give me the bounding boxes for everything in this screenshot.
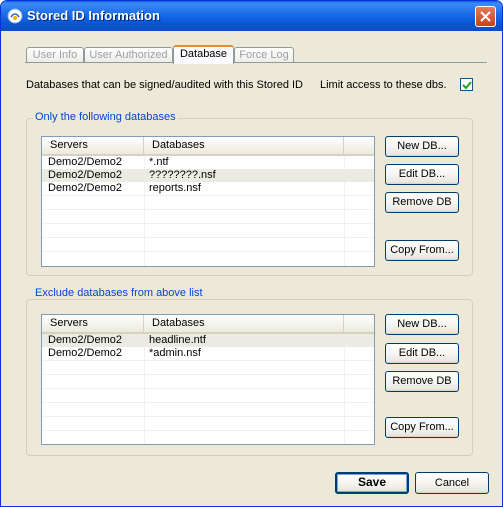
cancel-button[interactable]: Cancel: [415, 472, 489, 494]
save-button[interactable]: Save: [335, 472, 409, 494]
include-edit-db-button[interactable]: Edit DB...: [385, 164, 459, 185]
list-item[interactable]: Demo2/Demo2 headline.ntf: [42, 334, 374, 347]
row-divider: [42, 430, 374, 431]
list-item[interactable]: Demo2/Demo2 *.ntf: [42, 156, 374, 169]
server-cell: Demo2/Demo2: [48, 156, 122, 168]
tab-user-authorized[interactable]: User Authorized: [84, 47, 173, 63]
database-cell: reports.nsf: [149, 182, 201, 194]
exclude-new-db-button[interactable]: New DB...: [385, 314, 459, 335]
include-remove-db-button[interactable]: Remove DB: [385, 192, 459, 213]
column-header-spare: [344, 137, 374, 154]
column-header-spare: [344, 315, 374, 332]
include-group-title: Only the following databases: [33, 111, 178, 123]
row-divider: [42, 388, 374, 389]
list-header: Servers Databases: [42, 137, 374, 156]
row-divider: [42, 237, 374, 238]
tab-panel-border: [25, 62, 487, 63]
exclude-group-title: Exclude databases from above list: [33, 287, 205, 299]
tab-user-info[interactable]: User Info: [26, 47, 84, 63]
list-body: Demo2/Demo2 headline.ntf Demo2/Demo2 *ad…: [42, 334, 374, 360]
column-header-databases[interactable]: Databases: [144, 137, 344, 154]
row-divider: [42, 251, 374, 252]
app-icon: [7, 8, 23, 24]
row-divider: [42, 402, 374, 403]
include-new-db-button[interactable]: New DB...: [385, 136, 459, 157]
list-header: Servers Databases: [42, 315, 374, 334]
limit-access-checkbox[interactable]: [460, 78, 473, 91]
row-divider: [42, 195, 374, 196]
title-bar[interactable]: Stored ID Information: [1, 1, 502, 31]
close-button[interactable]: [475, 6, 496, 27]
row-divider: [42, 209, 374, 210]
server-cell: Demo2/Demo2: [48, 347, 122, 359]
database-cell: headline.ntf: [149, 334, 206, 346]
window-title: Stored ID Information: [27, 8, 160, 23]
limit-access-label: Limit access to these dbs.: [320, 79, 447, 91]
exclude-copy-from-button[interactable]: Copy From...: [385, 417, 459, 438]
exclude-databases-list[interactable]: Servers Databases Demo2/Demo2 headline.n…: [41, 314, 375, 445]
close-icon: [480, 11, 491, 22]
database-cell: *admin.nsf: [149, 347, 201, 359]
column-header-servers[interactable]: Servers: [42, 315, 144, 332]
list-item[interactable]: Demo2/Demo2 ????????.nsf: [42, 169, 374, 182]
description-label: Databases that can be signed/audited wit…: [26, 79, 304, 91]
checkmark-icon: [462, 81, 472, 90]
dialog-window: Stored ID Information User Info User Aut…: [0, 0, 503, 507]
server-cell: Demo2/Demo2: [48, 182, 122, 194]
include-copy-from-button[interactable]: Copy From...: [385, 240, 459, 261]
database-cell: *.ntf: [149, 156, 169, 168]
tab-force-log[interactable]: Force Log: [234, 47, 294, 63]
row-divider: [42, 360, 374, 361]
database-cell: ????????.nsf: [149, 169, 216, 181]
column-header-servers[interactable]: Servers: [42, 137, 144, 154]
column-header-databases[interactable]: Databases: [144, 315, 344, 332]
list-body: Demo2/Demo2 *.ntf Demo2/Demo2 ????????.n…: [42, 156, 374, 195]
exclude-edit-db-button[interactable]: Edit DB...: [385, 343, 459, 364]
tab-database[interactable]: Database: [173, 45, 234, 64]
server-cell: Demo2/Demo2: [48, 334, 122, 346]
exclude-remove-db-button[interactable]: Remove DB: [385, 371, 459, 392]
row-divider: [42, 416, 374, 417]
include-databases-list[interactable]: Servers Databases Demo2/Demo2 *.ntf Demo…: [41, 136, 375, 267]
list-item[interactable]: Demo2/Demo2 reports.nsf: [42, 182, 374, 195]
list-item[interactable]: Demo2/Demo2 *admin.nsf: [42, 347, 374, 360]
row-divider: [42, 223, 374, 224]
row-divider: [42, 374, 374, 375]
server-cell: Demo2/Demo2: [48, 169, 122, 181]
